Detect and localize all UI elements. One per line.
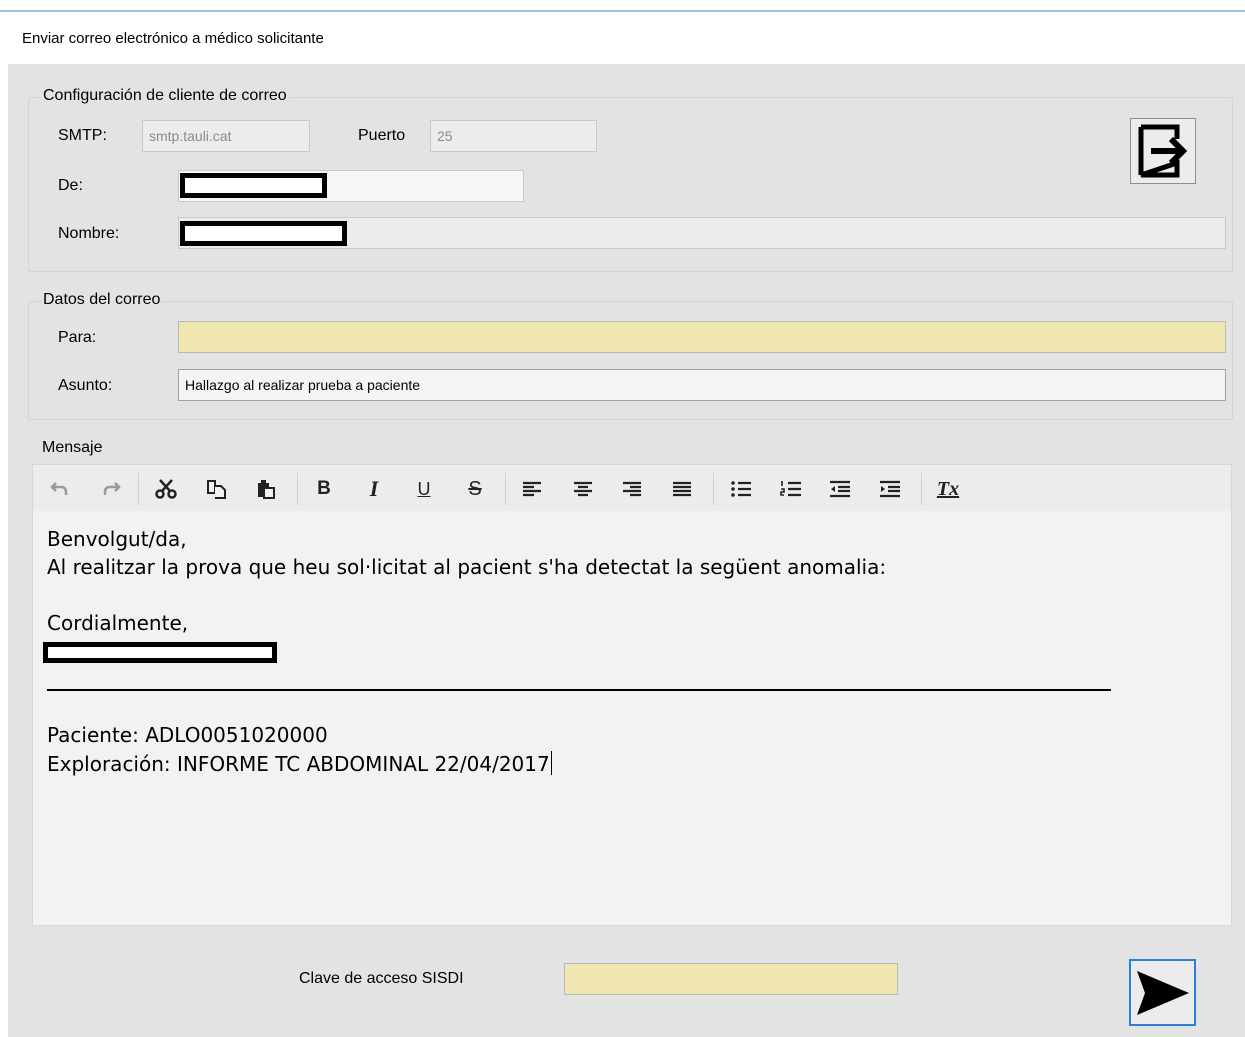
toolbar-separator xyxy=(297,473,298,505)
password-field[interactable] xyxy=(564,963,898,995)
mail-group-legend: Datos del correo xyxy=(41,291,163,309)
align-right-icon[interactable] xyxy=(619,477,645,501)
password-label: Clave de acceso SISDI xyxy=(299,970,464,987)
undo-icon[interactable] xyxy=(46,477,72,501)
window-top-border xyxy=(0,10,1245,12)
redo-icon[interactable] xyxy=(99,477,125,501)
align-center-icon[interactable] xyxy=(570,477,596,501)
to-label: Para: xyxy=(58,329,97,346)
align-justify-icon[interactable] xyxy=(669,477,695,501)
message-closing: Cordialmente, xyxy=(47,611,189,635)
message-editor[interactable]: B I U S Tx Benvolgut/da, Al realitzar la… xyxy=(32,464,1232,926)
clear-formatting-icon[interactable]: Tx xyxy=(935,477,961,501)
numbered-list-icon[interactable] xyxy=(778,477,804,501)
toolbar-separator xyxy=(921,473,922,505)
from-label: De: xyxy=(58,177,83,194)
paste-icon[interactable] xyxy=(253,477,279,501)
message-exploration: Exploración: INFORME TC ABDOMINAL 22/04/… xyxy=(47,751,552,776)
send-button[interactable] xyxy=(1129,959,1196,1026)
bulleted-list-icon[interactable] xyxy=(728,477,754,501)
strikethrough-icon[interactable]: S xyxy=(462,477,488,501)
to-field[interactable] xyxy=(178,321,1226,353)
name-label: Nombre: xyxy=(58,225,120,242)
copy-icon[interactable] xyxy=(204,477,230,501)
message-exploration-text: Exploración: INFORME TC ABDOMINAL 22/04/… xyxy=(47,752,550,776)
italic-icon[interactable]: I xyxy=(361,476,387,501)
cut-icon[interactable] xyxy=(153,477,179,501)
message-divider xyxy=(47,689,1111,691)
align-left-icon[interactable] xyxy=(519,477,545,501)
redacted-name-value xyxy=(180,221,347,246)
message-patient: Paciente: ADLO0051020000 xyxy=(47,723,328,747)
message-legend: Mensaje xyxy=(42,439,103,456)
subject-label: Asunto: xyxy=(58,377,113,394)
config-group-legend: Configuración de cliente de correo xyxy=(41,87,289,105)
bold-icon[interactable]: B xyxy=(311,477,337,501)
outdent-icon[interactable] xyxy=(827,477,853,501)
exit-icon xyxy=(1138,124,1188,178)
smtp-label: SMTP: xyxy=(58,127,107,144)
underline-icon[interactable]: U xyxy=(411,477,437,501)
mail-group xyxy=(28,301,1233,420)
indent-icon[interactable] xyxy=(877,477,903,501)
toolbar-separator xyxy=(713,473,714,505)
send-icon xyxy=(1137,971,1189,1015)
subject-field[interactable]: Hallazgo al realizar prueba a paciente xyxy=(178,369,1226,401)
toolbar-separator xyxy=(138,473,139,505)
redacted-from-value xyxy=(180,173,327,198)
port-label: Puerto xyxy=(358,127,406,144)
smtp-field[interactable]: smtp.tauli.cat xyxy=(142,120,310,152)
redacted-signature xyxy=(43,642,277,663)
window-title: Enviar correo electrónico a médico solic… xyxy=(22,30,324,47)
exit-button[interactable] xyxy=(1130,118,1196,184)
message-greeting: Benvolgut/da, xyxy=(47,527,187,551)
clear-formatting-glyph: Tx xyxy=(936,477,960,500)
text-caret xyxy=(550,751,552,775)
editor-toolbar: B I U S Tx xyxy=(33,465,1231,511)
message-body[interactable]: Benvolgut/da, Al realitzar la prova que … xyxy=(33,511,1231,925)
port-field[interactable]: 25 xyxy=(430,120,597,152)
message-body-text: Al realitzar la prova que heu sol·licita… xyxy=(47,555,887,579)
toolbar-separator xyxy=(505,473,506,505)
